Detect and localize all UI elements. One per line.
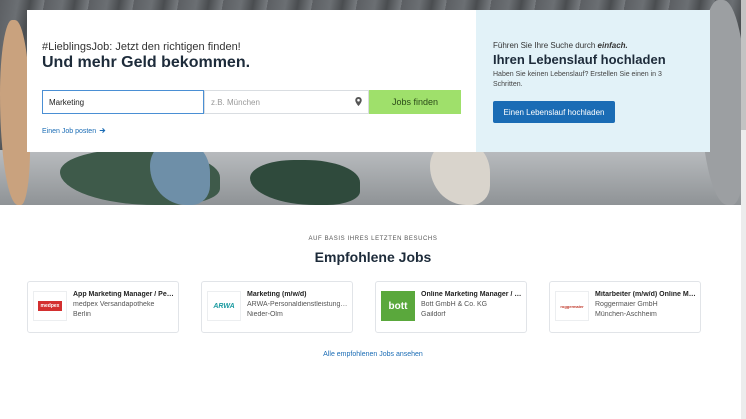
job-search-value: Marketing bbox=[49, 97, 85, 107]
job-card[interactable]: roggermaier Mitarbeiter (m/w/d) Online M… bbox=[549, 281, 701, 333]
location-pin-icon bbox=[355, 96, 362, 108]
job-title: Marketing (m/w/d) bbox=[247, 291, 307, 298]
cv-intro: Führen Sie Ihre Suche durch einfach. bbox=[493, 41, 628, 50]
cv-intro-emphasis: einfach. bbox=[597, 41, 628, 50]
company-logo-text: roggermaier bbox=[560, 303, 584, 309]
company-logo-text: medpex bbox=[37, 301, 63, 311]
job-company: Bott GmbH & Co. KG bbox=[421, 301, 488, 308]
job-title: App Marketing Manager / Perf… bbox=[73, 291, 176, 298]
job-company: medpex Versandapotheke bbox=[73, 301, 155, 308]
company-logo: ARWA bbox=[207, 291, 241, 321]
company-logo: bott bbox=[381, 291, 415, 321]
company-logo: medpex bbox=[33, 291, 67, 321]
search-card: #LieblingsJob: Jetzt den richtigen finde… bbox=[27, 10, 476, 152]
job-location: München-Aschheim bbox=[595, 311, 657, 318]
job-search-input[interactable]: Marketing bbox=[42, 90, 204, 114]
company-logo: roggermaier bbox=[555, 291, 589, 321]
job-company: ARWA-Personaldienstleistung… bbox=[247, 301, 348, 308]
recommended-title: Empfohlene Jobs bbox=[314, 249, 432, 265]
post-job-label: Einen Job posten bbox=[42, 128, 97, 135]
search-headline: Und mehr Geld bekommen. bbox=[42, 54, 251, 71]
post-job-link[interactable]: Einen Job posten bbox=[42, 127, 106, 136]
page-scrollbar[interactable] bbox=[741, 0, 746, 419]
job-title: Online Marketing Manager / D… bbox=[421, 291, 524, 298]
company-logo-text: ARWA bbox=[213, 302, 235, 310]
recommended-kicker: AUF BASIS IHRES LETZTEN BESUCHS bbox=[308, 236, 438, 242]
upload-cv-button[interactable]: Einen Lebenslauf hochladen bbox=[493, 101, 615, 123]
all-recommended-jobs-link[interactable]: Alle empfohlenen Jobs ansehen bbox=[0, 351, 746, 358]
job-card[interactable]: bott Online Marketing Manager / D… Bott … bbox=[375, 281, 527, 333]
cv-upload-panel: Führen Sie Ihre Suche durch einfach. Ihr… bbox=[476, 10, 710, 152]
job-location: Gaildorf bbox=[421, 311, 446, 318]
job-title: Mitarbeiter (m/w/d) Online M… bbox=[595, 291, 696, 298]
job-card[interactable]: ARWA Marketing (m/w/d) ARWA-Personaldien… bbox=[201, 281, 353, 333]
job-location: Nieder-Olm bbox=[247, 311, 283, 318]
arrow-right-icon bbox=[99, 127, 106, 136]
job-card[interactable]: medpex App Marketing Manager / Perf… med… bbox=[27, 281, 179, 333]
job-company: Roggermaier GmbH bbox=[595, 301, 658, 308]
search-tagline: #LieblingsJob: Jetzt den richtigen finde… bbox=[42, 41, 241, 53]
company-logo-text: bott bbox=[388, 300, 408, 312]
location-input[interactable]: z.B. München bbox=[204, 90, 369, 114]
scrollbar-thumb[interactable] bbox=[741, 0, 746, 130]
location-placeholder: z.B. München bbox=[211, 97, 260, 107]
cv-title: Ihren Lebenslauf hochladen bbox=[493, 52, 666, 67]
cv-description: Haben Sie keinen Lebenslauf? Erstellen S… bbox=[493, 71, 662, 88]
cv-intro-text: Führen Sie Ihre Suche durch bbox=[493, 41, 596, 50]
job-location: Berlin bbox=[73, 311, 91, 318]
find-jobs-button[interactable]: Jobs finden bbox=[369, 90, 461, 114]
